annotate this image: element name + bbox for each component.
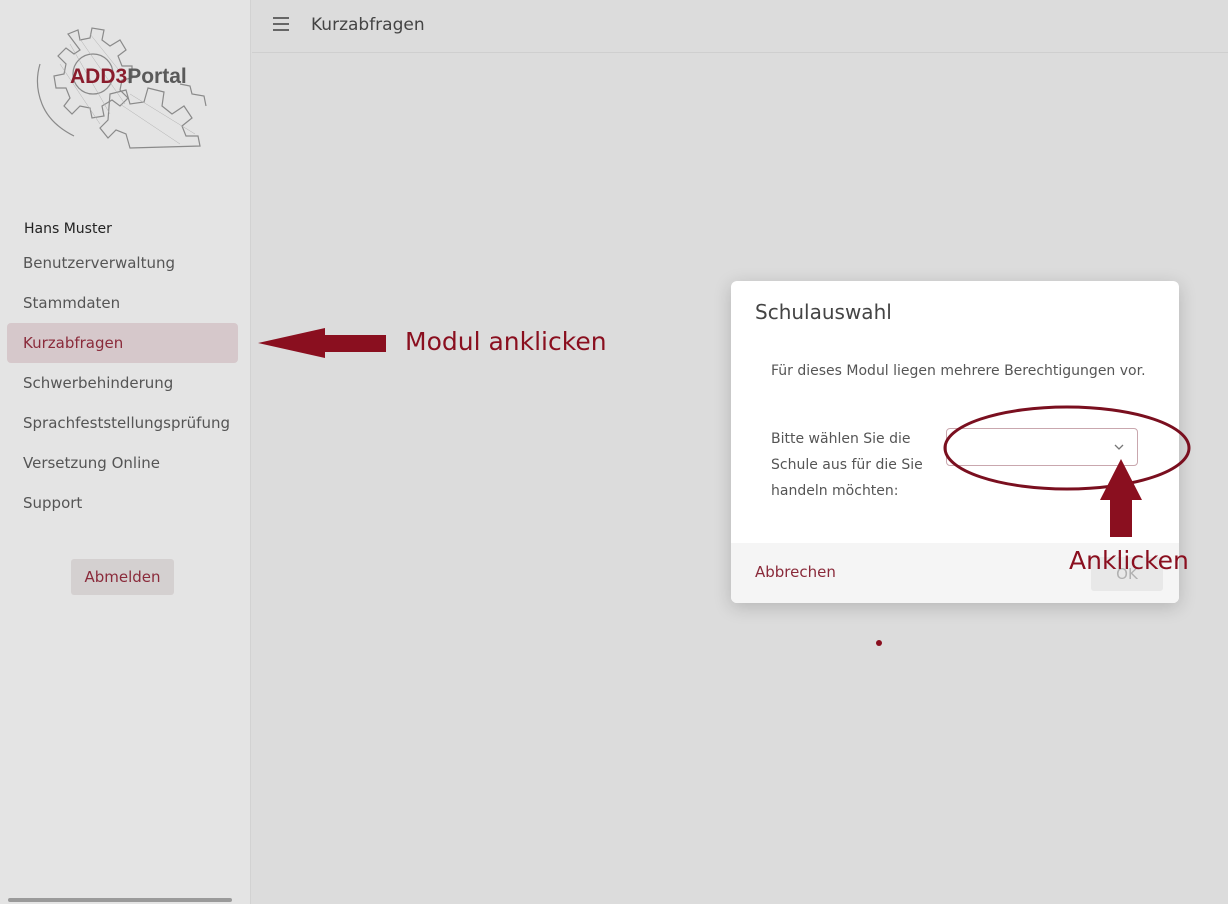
page-title: Kurzabfragen bbox=[311, 15, 425, 35]
module-hint-label: Modul anklicken bbox=[405, 327, 607, 356]
sidebar-item-sprachfeststellungspruefung[interactable]: Sprachfeststellungsprüfung bbox=[7, 403, 238, 443]
sidebar-scrollbar[interactable] bbox=[8, 898, 232, 902]
annotation-dot bbox=[876, 640, 882, 646]
sidebar-item-benutzerverwaltung[interactable]: Benutzerverwaltung bbox=[7, 243, 238, 283]
sidebar-item-support[interactable]: Support bbox=[7, 483, 238, 523]
sidebar-nav: Benutzerverwaltung Stammdaten Kurzabfrag… bbox=[7, 243, 238, 523]
school-select[interactable] bbox=[946, 428, 1138, 466]
logout-button[interactable]: Abmelden bbox=[71, 559, 174, 595]
dialog-title: Schulauswahl bbox=[755, 300, 892, 324]
dialog-message: Für dieses Modul liegen mehrere Berechti… bbox=[771, 363, 1146, 379]
sidebar-item-schwerbehinderung[interactable]: Schwerbehinderung bbox=[7, 363, 238, 403]
school-select-label: Bitte wählen Sie die Schule aus für die … bbox=[771, 431, 923, 499]
cancel-button[interactable]: Abbrechen bbox=[755, 563, 836, 581]
arrow-left-icon bbox=[258, 328, 386, 358]
app-logo[interactable]: ADD3Portal bbox=[30, 24, 220, 152]
user-name: Hans Muster bbox=[24, 221, 112, 237]
sidebar-item-kurzabfragen[interactable]: Kurzabfragen bbox=[7, 323, 238, 363]
top-bar: Kurzabfragen bbox=[252, 0, 1228, 53]
select-hint-label: Anklicken bbox=[1069, 546, 1189, 575]
sidebar: ADD3Portal Hans Muster Benutzerverwaltun… bbox=[0, 0, 251, 904]
chevron-down-icon bbox=[1114, 444, 1124, 450]
logo-text: ADD3Portal bbox=[70, 65, 187, 88]
sidebar-item-versetzung-online[interactable]: Versetzung Online bbox=[7, 443, 238, 483]
menu-icon[interactable] bbox=[273, 17, 289, 31]
sidebar-item-stammdaten[interactable]: Stammdaten bbox=[7, 283, 238, 323]
